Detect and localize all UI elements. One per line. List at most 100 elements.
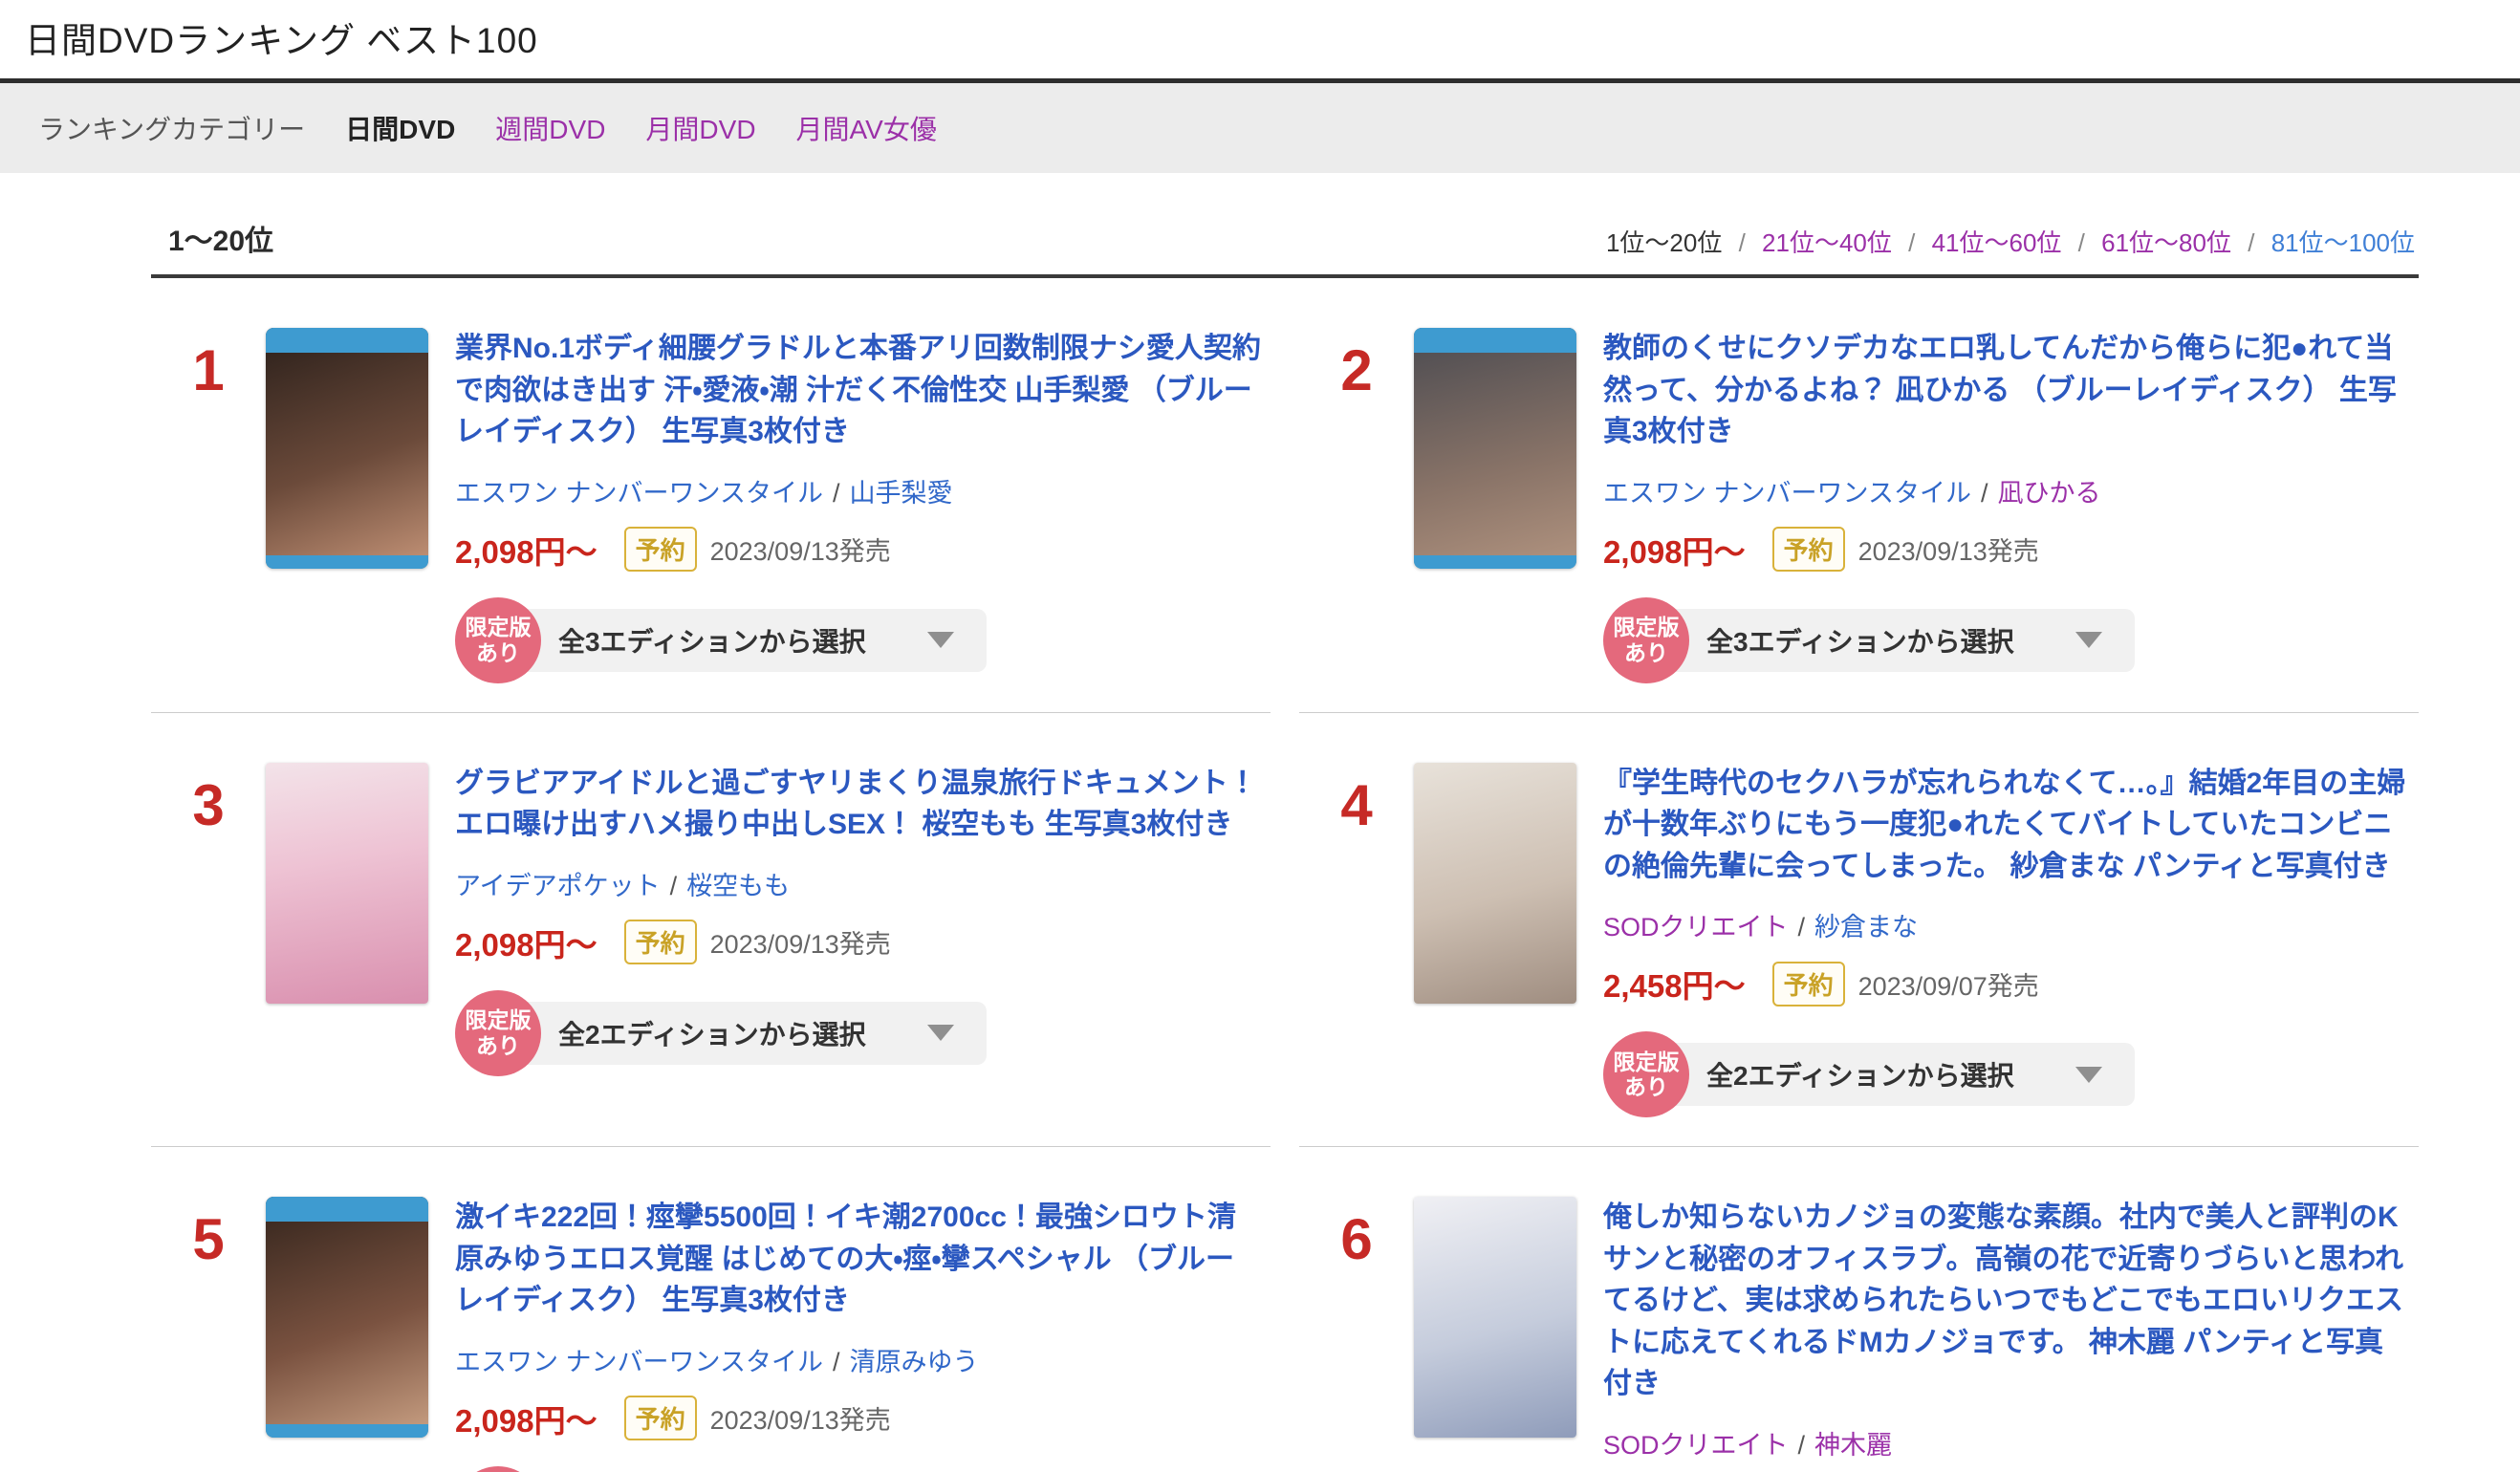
edition-row: 限定版あり 全2エディションから選択	[455, 990, 1261, 1076]
product-title-link[interactable]: 教師のくせにクソデカなエロ乳してんだから俺らに犯●れて当然って、分かるよね？ 凪…	[1603, 328, 2409, 453]
page-link-61-80[interactable]: 61位〜80位	[2101, 228, 2231, 257]
rank-number: 5	[151, 1197, 266, 1272]
actress-link[interactable]: 凪ひかる	[1997, 479, 2100, 508]
rank-number: 2	[1299, 328, 1414, 403]
tab-monthly-av-actress[interactable]: 月間AV女優	[796, 109, 937, 147]
maker-link[interactable]: エスワン ナンバーワンスタイル	[1603, 479, 1971, 508]
ranking-item: 3 グラビアアイドルと過ごすヤリまくり温泉旅行ドキュメント！ エロ曝け出すハメ撮…	[151, 713, 1271, 1148]
tab-monthly-dvd[interactable]: 月間DVD	[645, 109, 755, 147]
release-date: 2023/09/07発売	[1858, 965, 2039, 1003]
meta-separator: /	[833, 479, 840, 508]
range-heading: 1〜20位	[168, 217, 273, 259]
page-title: 日間DVDランキング ベスト100	[25, 11, 2520, 63]
edition-select-label: 全2エディションから選択	[558, 1014, 866, 1052]
release-date: 2023/09/13発売	[710, 530, 891, 568]
tab-daily-dvd[interactable]: 日間DVD	[345, 109, 455, 147]
caret-down-icon	[2075, 1067, 2102, 1083]
ranking-grid: 1 業界No.1ボディ細腰グラドルと本番アリ回数制限ナシ愛人契約で肉欲はき出す …	[151, 278, 2419, 1472]
caret-down-icon	[927, 1025, 954, 1041]
caret-down-icon	[2075, 632, 2102, 648]
actress-link[interactable]: 桜空もも	[686, 872, 790, 900]
category-nav-label: ランキングカテゴリー	[38, 109, 305, 147]
price-row: 2,098円〜 予約 2023/09/13発売	[455, 920, 1261, 965]
edition-select[interactable]: 全2エディションから選択	[1657, 1043, 2135, 1106]
reserve-badge: 予約	[1772, 527, 1845, 572]
product-title-link[interactable]: グラビアアイドルと過ごすヤリまくり温泉旅行ドキュメント！ エロ曝け出すハメ撮り中…	[455, 763, 1261, 846]
edition-select[interactable]: 全3エディションから選択	[509, 609, 987, 672]
maker-actress-line: アイデアポケット / 桜空もも	[455, 865, 1261, 902]
actress-link[interactable]: 山手梨愛	[849, 479, 952, 508]
maker-link[interactable]: SODクリエイト	[1603, 1431, 1789, 1460]
tab-weekly-dvd[interactable]: 週間DVD	[495, 109, 605, 147]
cover-thumbnail[interactable]	[266, 1197, 428, 1438]
edition-row: 限定版あり 全3エディションから選択	[455, 1466, 1261, 1472]
cover-thumbnail[interactable]	[266, 763, 428, 1004]
price-row: 2,098円〜 予約 2023/09/13発売	[455, 1396, 1261, 1441]
ranking-category-nav: ランキングカテゴリー 日間DVD 週間DVD 月間DVD 月間AV女優	[0, 83, 2520, 173]
meta-separator: /	[1798, 1431, 1806, 1460]
limited-edition-badge: 限定版あり	[455, 1466, 541, 1472]
edition-row: 限定版あり 全3エディションから選択	[1603, 597, 2409, 683]
maker-actress-line: エスワン ナンバーワンスタイル/凪ひかる	[1603, 472, 2409, 509]
cover-thumbnail[interactable]	[1414, 328, 1576, 569]
release-date: 2023/09/13発売	[710, 923, 891, 961]
edition-select-label: 全3エディションから選択	[558, 621, 866, 660]
meta-separator: /	[670, 872, 678, 900]
ranking-content: 1〜20位 1位〜20位 / 21位〜40位 / 41位〜60位 / 61位〜8…	[151, 217, 2419, 1472]
page-link-21-40[interactable]: 21位〜40位	[1762, 228, 1892, 257]
product-title-link[interactable]: 激イキ222回！痙攣5500回！イキ潮2700cc！最強シロウト清原みゆうエロス…	[455, 1197, 1261, 1322]
cover-thumbnail[interactable]	[1414, 1197, 1576, 1438]
reserve-badge: 予約	[624, 1396, 697, 1440]
ranking-item: 6 俺しか知らないカノジョの変態な素顔。社内で美人と評判のKサンと秘密のオフィス…	[1299, 1147, 2419, 1472]
rank-number: 3	[151, 763, 266, 838]
edition-row: 限定版あり 全2エディションから選択	[1603, 1031, 2409, 1117]
actress-link[interactable]: 神木麗	[1814, 1431, 1892, 1460]
price-row: 2,098円〜 予約 2023/09/13発売	[455, 527, 1261, 573]
price-row: 2,098円〜 予約 2023/09/13発売	[1603, 527, 2409, 573]
price: 2,098円〜	[455, 527, 597, 573]
maker-link[interactable]: エスワン ナンバーワンスタイル	[455, 479, 823, 508]
reserve-badge: 予約	[624, 920, 697, 964]
rank-number: 4	[1299, 763, 1414, 838]
ranking-item: 5 激イキ222回！痙攣5500回！イキ潮2700cc！最強シロウト清原みゆうエ…	[151, 1147, 1271, 1472]
actress-link[interactable]: 清原みゆう	[849, 1348, 978, 1376]
page-link-41-60[interactable]: 41位〜60位	[1932, 228, 2062, 257]
limited-edition-badge: 限定版あり	[455, 597, 541, 683]
edition-select[interactable]: 全3エディションから選択	[1657, 609, 2135, 672]
edition-select[interactable]: 全2エディションから選択	[509, 1002, 987, 1065]
price-row: 2,458円〜 予約 2023/09/07発売	[1603, 961, 2409, 1007]
product-title-link[interactable]: 俺しか知らないカノジョの変態な素顔。社内で美人と評判のKサンと秘密のオフィスラブ…	[1603, 1197, 2409, 1405]
maker-link[interactable]: アイデアポケット	[455, 872, 661, 900]
cover-thumbnail[interactable]	[266, 328, 428, 569]
rank-pagination: 1位〜20位 / 21位〜40位 / 41位〜60位 / 61位〜80位 / 8…	[1606, 224, 2415, 259]
cover-thumbnail[interactable]	[1414, 763, 1576, 1004]
ranking-item: 2 教師のくせにクソデカなエロ乳してんだから俺らに犯●れて当然って、分かるよね？…	[1299, 278, 2419, 713]
maker-link[interactable]: SODクリエイト	[1603, 913, 1789, 942]
limited-edition-badge: 限定版あり	[1603, 1031, 1689, 1117]
pagination-separator: /	[1908, 228, 1915, 257]
maker-actress-line: SODクリエイト / 神木麗	[1603, 1424, 2409, 1461]
edition-select-label: 全3エディションから選択	[1706, 621, 2014, 660]
limited-edition-badge: 限定版あり	[1603, 597, 1689, 683]
edition-select-label: 全2エディションから選択	[1706, 1055, 2014, 1093]
maker-actress-line: SODクリエイト / 紗倉まな	[1603, 906, 2409, 943]
maker-link[interactable]: エスワン ナンバーワンスタイル	[455, 1348, 823, 1376]
ranking-item: 4 『学生時代のセクハラが忘れられなくて…。』結婚2年目の主婦が十数年ぶりにもう…	[1299, 713, 2419, 1148]
maker-actress-line: エスワン ナンバーワンスタイル/清原みゆう	[455, 1341, 1261, 1378]
price: 2,458円〜	[1603, 961, 1746, 1007]
limited-edition-badge: 限定版あり	[455, 990, 541, 1076]
list-header: 1〜20位 1位〜20位 / 21位〜40位 / 41位〜60位 / 61位〜8…	[151, 217, 2419, 278]
actress-link[interactable]: 紗倉まな	[1814, 913, 1918, 942]
pagination-separator: /	[2248, 228, 2254, 257]
maker-actress-line: エスワン ナンバーワンスタイル / 山手梨愛	[455, 472, 1261, 509]
page-link-1-20: 1位〜20位	[1606, 228, 1722, 257]
edition-row: 限定版あり 全3エディションから選択	[455, 597, 1261, 683]
pagination-separator: /	[1739, 228, 1746, 257]
meta-separator: /	[1798, 913, 1806, 942]
product-title-link[interactable]: 『学生時代のセクハラが忘れられなくて…。』結婚2年目の主婦が十数年ぶりにもう一度…	[1603, 763, 2409, 888]
release-date: 2023/09/13発売	[710, 1399, 891, 1437]
rank-number: 6	[1299, 1197, 1414, 1272]
page-header: 日間DVDランキング ベスト100	[0, 0, 2520, 78]
product-title-link[interactable]: 業界No.1ボディ細腰グラドルと本番アリ回数制限ナシ愛人契約で肉欲はき出す 汗・…	[455, 328, 1261, 453]
page-link-81-100[interactable]: 81位〜100位	[2271, 228, 2415, 257]
